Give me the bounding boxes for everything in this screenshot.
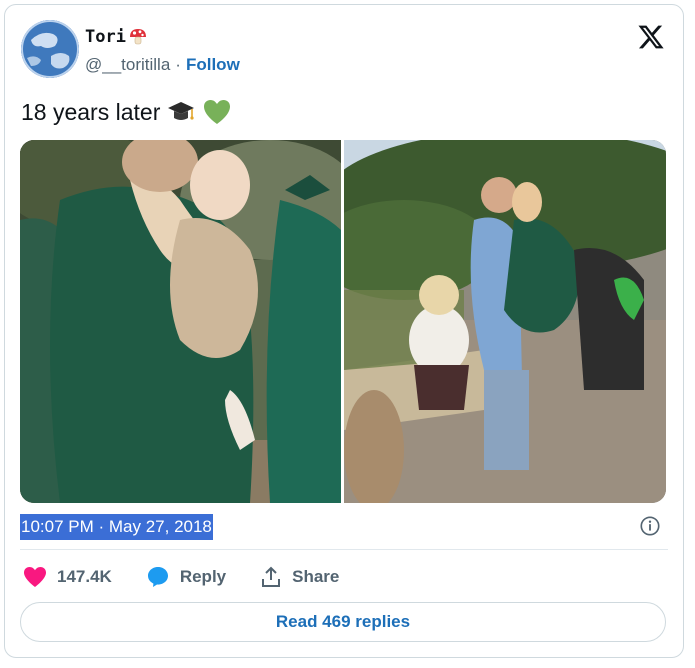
timestamp[interactable]: 10:07 PM · May 27, 2018: [20, 514, 213, 540]
author-name-text[interactable]: Tori: [85, 27, 126, 47]
read-replies-label: Read 469 replies: [275, 612, 411, 631]
photo-2018-image: [344, 140, 666, 503]
like-count: 147.4K: [57, 567, 112, 586]
globe-icon: [21, 20, 79, 78]
tweet-card: Tori @__toritilla · Follow 18 years late…: [4, 4, 684, 658]
reply-bubble-icon: [147, 567, 168, 587]
photo-graduation-1999[interactable]: [20, 140, 341, 503]
action-bar: 147.4K Reply Share: [23, 565, 373, 589]
read-replies-button[interactable]: Read 469 replies: [20, 602, 666, 642]
like-button[interactable]: 147.4K: [23, 566, 112, 588]
divider: [20, 549, 668, 550]
graduation-cap-icon: [168, 102, 195, 120]
author-handle-row: @__toritilla · Follow: [85, 55, 240, 75]
reply-button[interactable]: Reply: [146, 565, 226, 589]
author-name[interactable]: Tori: [85, 27, 148, 47]
media-grid[interactable]: [20, 140, 666, 503]
photo-1999-image: [20, 140, 341, 503]
share-icon: [262, 566, 281, 587]
tweet-text-content: 18 years later: [21, 98, 161, 125]
share-button[interactable]: Share: [260, 566, 339, 588]
avatar[interactable]: [21, 20, 79, 78]
green-heart-icon: [204, 100, 231, 124]
photo-graduation-2018[interactable]: [344, 140, 666, 503]
info-icon[interactable]: [639, 515, 661, 537]
mushroom-icon: [129, 29, 146, 45]
reply-label: Reply: [179, 567, 227, 586]
author-handle[interactable]: @__toritilla: [85, 55, 170, 75]
heart-icon: [24, 567, 46, 587]
share-label: Share: [292, 567, 340, 586]
x-logo-icon[interactable]: [637, 23, 665, 51]
tweet-text: 18 years later: [21, 97, 232, 127]
separator-dot: ·: [175, 55, 181, 74]
follow-button[interactable]: Follow: [186, 55, 240, 75]
